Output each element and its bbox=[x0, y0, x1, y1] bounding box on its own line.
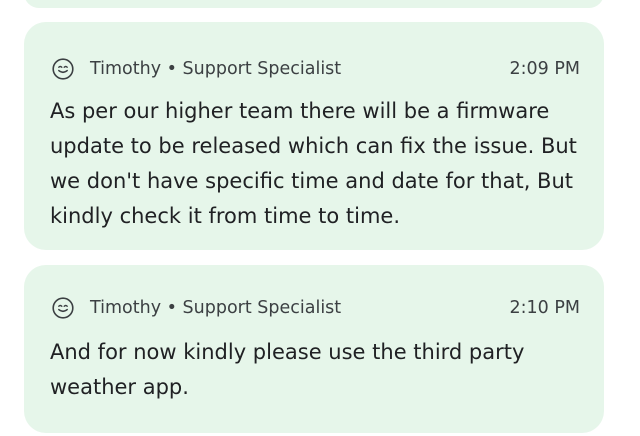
message-header: Timothy • Support Specialist 2:09 PM bbox=[52, 56, 580, 82]
message-time: 2:09 PM bbox=[509, 59, 580, 79]
smiley-face-icon bbox=[52, 58, 74, 80]
message-text: As per our higher team there will be a f… bbox=[50, 99, 577, 228]
message-card: Timothy • Support Specialist 2:09 PM As … bbox=[24, 22, 604, 250]
message-text: And for now kindly please use the third … bbox=[50, 340, 525, 399]
message-header: Timothy • Support Specialist 2:10 PM bbox=[52, 295, 580, 321]
message-time: 2:10 PM bbox=[509, 298, 580, 318]
smiley-face-icon bbox=[52, 297, 74, 319]
message-card: Timothy • Support Specialist 2:10 PM And… bbox=[24, 265, 604, 433]
previous-message-card bbox=[24, 0, 604, 8]
chat-transcript: Timothy • Support Specialist 2:09 PM As … bbox=[0, 0, 640, 436]
sender-name: Timothy • Support Specialist bbox=[90, 59, 342, 79]
sender-name: Timothy • Support Specialist bbox=[90, 298, 342, 318]
